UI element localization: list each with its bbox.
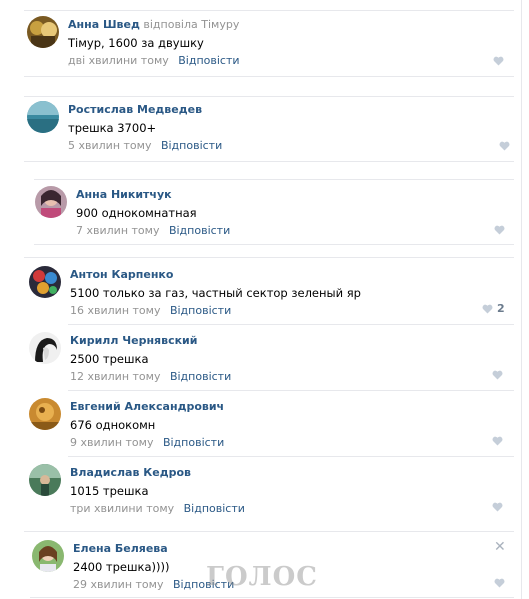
comment-text: 5100 только за газ, частный сектор зелен… (70, 286, 361, 300)
avatar[interactable] (29, 464, 61, 496)
separator (68, 390, 514, 391)
heart-icon (494, 225, 505, 235)
avatar[interactable] (32, 540, 64, 572)
reply-button[interactable]: Відповісти (169, 224, 230, 237)
comment-item: Анна Никитчук 900 однокомнатная 7 хвилин… (35, 186, 515, 242)
comment-item: Владислав Кедров 1015 трешка три хвилини… (29, 464, 519, 524)
comment-text: 676 однокомн (70, 418, 156, 432)
reply-button[interactable]: Відповісти (161, 139, 222, 152)
comment-time[interactable]: 29 хвилин тому (73, 578, 163, 591)
avatar[interactable] (29, 398, 61, 430)
separator (24, 76, 514, 77)
comment-time[interactable]: три хвилини тому (70, 502, 174, 515)
like-button[interactable] (492, 500, 503, 514)
comment-time[interactable]: 9 хвилин тому (70, 436, 153, 449)
like-count: 2 (497, 302, 505, 315)
comment-item: Антон Карпенко 5100 только за газ, частн… (29, 266, 519, 322)
reply-button[interactable]: Відповісти (163, 436, 224, 449)
comment-text: 2500 трешка (70, 352, 149, 366)
separator (34, 244, 514, 245)
comment-text: Тімур, 1600 за двушку (68, 36, 204, 50)
avatar[interactable] (27, 16, 59, 48)
heart-icon (492, 370, 503, 380)
watermark-logo: ГОЛОС (206, 562, 318, 592)
heart-icon (494, 578, 505, 588)
author-name[interactable]: Елена Беляева (73, 542, 168, 555)
comment-item: Евгений Александрович 676 однокомн 9 хви… (29, 398, 519, 454)
avatar[interactable] (29, 266, 61, 298)
comment-text: 900 однокомнатная (76, 206, 197, 220)
author-name[interactable]: Кирилл Чернявский (70, 334, 197, 347)
author-name[interactable]: Анна Никитчук (76, 188, 172, 201)
like-button[interactable] (493, 54, 504, 68)
reply-button[interactable]: Відповісти (170, 370, 231, 383)
comment-item: Анна Швед відповіла Тімуру Тімур, 1600 з… (27, 16, 517, 72)
separator (34, 179, 514, 180)
separator (24, 10, 514, 11)
frame-line (521, 0, 522, 599)
separator (30, 597, 514, 598)
like-button[interactable] (499, 139, 510, 153)
avatar[interactable] (29, 332, 61, 364)
like-button[interactable]: 2 (482, 302, 505, 316)
comment-time[interactable]: дві хвилини тому (68, 54, 169, 67)
heart-icon (482, 304, 493, 314)
heart-icon (493, 56, 504, 66)
comment-item: Кирилл Чернявский 2500 трешка 12 хвилин … (29, 332, 519, 388)
reply-button[interactable]: Відповісти (184, 502, 245, 515)
separator (24, 257, 514, 258)
like-button[interactable] (494, 223, 505, 237)
reply-button[interactable]: Відповісти (178, 54, 239, 67)
avatar[interactable] (35, 186, 67, 218)
author-name[interactable]: Владислав Кедров (70, 466, 191, 479)
separator (68, 456, 514, 457)
comment-text: 1015 трешка (70, 484, 149, 498)
close-icon[interactable]: ✕ (494, 540, 506, 554)
like-button[interactable] (492, 368, 503, 382)
like-button[interactable] (494, 576, 505, 590)
avatar[interactable] (27, 101, 59, 133)
reply-word: відповіла (143, 18, 198, 31)
heart-icon (492, 436, 503, 446)
like-button[interactable] (492, 434, 503, 448)
heart-icon (492, 502, 503, 512)
comments-feed: Анна Швед відповіла Тімуру Тімур, 1600 з… (0, 0, 529, 599)
comment-time[interactable]: 16 хвилин тому (70, 304, 160, 317)
author-name[interactable]: Антон Карпенко (70, 268, 173, 281)
heart-icon (499, 141, 510, 151)
reply-button[interactable]: Відповісти (170, 304, 231, 317)
comment-time[interactable]: 5 хвилин тому (68, 139, 151, 152)
reply-info: відповіла Тімуру (143, 18, 239, 31)
comment-time[interactable]: 12 хвилин тому (70, 370, 160, 383)
author-name[interactable]: Анна Швед (68, 18, 140, 31)
comment-time[interactable]: 7 хвилин тому (76, 224, 159, 237)
author-name[interactable]: Евгений Александрович (70, 400, 224, 413)
separator (24, 161, 514, 162)
separator (68, 324, 514, 325)
comment-item: Ростислав Медведев трешка 3700+ 5 хвилин… (27, 101, 517, 157)
comment-text: трешка 3700+ (68, 121, 157, 135)
separator (24, 96, 514, 97)
separator (24, 531, 514, 532)
author-name[interactable]: Ростислав Медведев (68, 103, 202, 116)
reply-target[interactable]: Тімуру (201, 18, 239, 31)
